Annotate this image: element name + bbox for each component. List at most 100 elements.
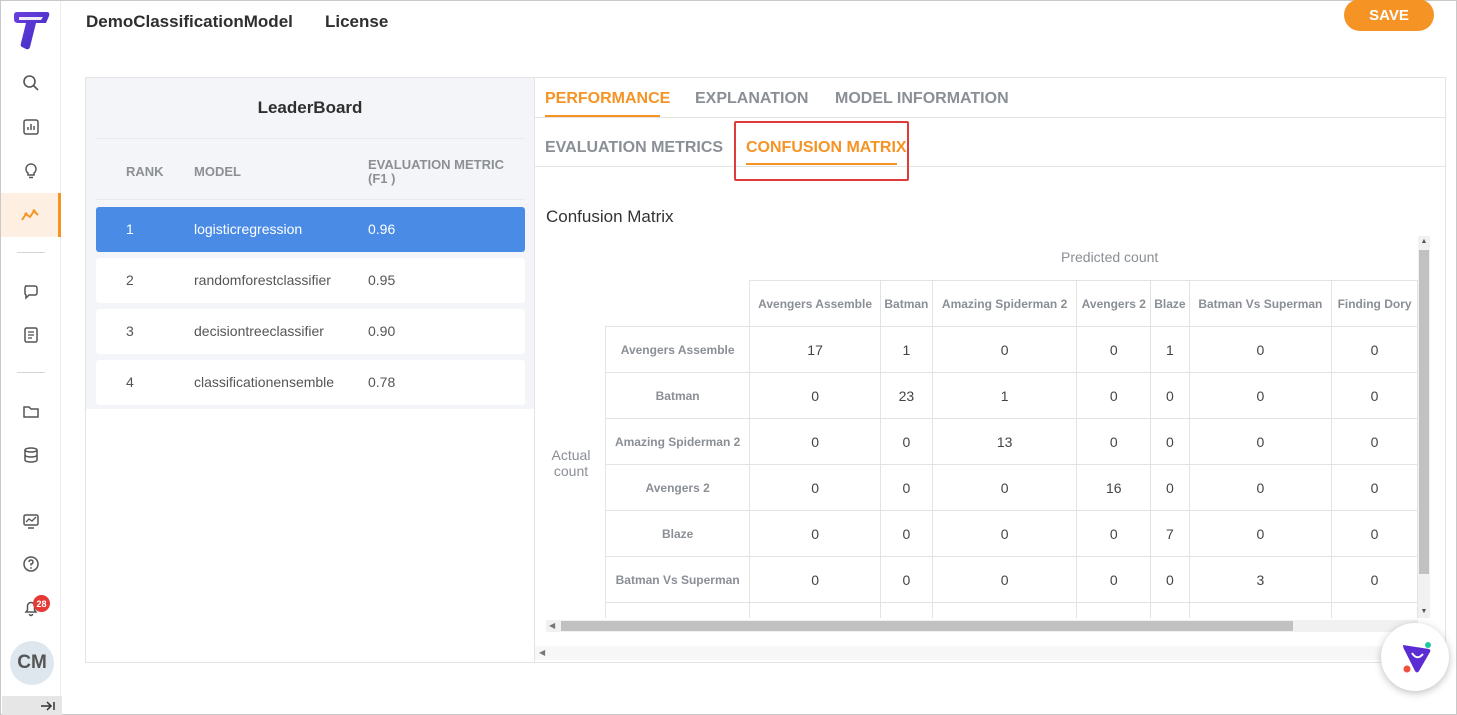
matrix-cell: 0 bbox=[1076, 556, 1152, 603]
lightbulb-icon bbox=[25, 163, 37, 179]
column-header: Avengers Assemble bbox=[749, 280, 881, 327]
scroll-up-arrow-icon[interactable]: ▲ bbox=[1418, 236, 1430, 248]
tab-explanation[interactable]: EXPLANATION bbox=[695, 90, 808, 108]
user-avatar[interactable]: CM bbox=[10, 641, 54, 685]
leaderboard-title: LeaderBoard bbox=[257, 98, 363, 117]
tab-performance[interactable]: PERFORMANCE bbox=[545, 90, 670, 108]
column-header: Blaze bbox=[1150, 280, 1190, 327]
sidebar-item-data[interactable] bbox=[1, 433, 61, 477]
tab-evaluation-metrics[interactable]: EVALUATION METRICS bbox=[545, 139, 723, 157]
sidebar-item-search[interactable] bbox=[1, 61, 61, 105]
row-header: Batman Vs Superman bbox=[605, 556, 751, 603]
matrix-cell: 0 bbox=[1150, 602, 1190, 618]
horizontal-scroll-thumb[interactable] bbox=[561, 621, 1293, 631]
model-graph-icon bbox=[20, 209, 39, 221]
column-header-rank: RANK bbox=[126, 164, 164, 179]
actual-count-label-line2: count bbox=[553, 463, 589, 479]
matrix-corner bbox=[606, 281, 750, 327]
leaderboard-row[interactable]: 1 logisticregression 0.96 bbox=[96, 207, 525, 252]
matrix-cell: 0 bbox=[1076, 510, 1152, 557]
notebook-icon bbox=[24, 327, 38, 343]
matrix-cell: 0 bbox=[931, 556, 1078, 603]
column-header-model: MODEL bbox=[194, 164, 241, 179]
matrix-cell: 0 bbox=[879, 510, 933, 557]
sidebar-item-notifications[interactable] bbox=[1, 586, 61, 630]
row-header: Avengers 2 bbox=[605, 464, 751, 511]
column-header: Batman Vs Superman bbox=[1188, 280, 1333, 327]
column-header-metric: EVALUATION METRIC bbox=[368, 157, 505, 172]
model-title: DemoClassificationModel bbox=[86, 12, 293, 31]
matrix-cell: 0 bbox=[749, 602, 881, 618]
matrix-cell: 0 bbox=[1331, 556, 1418, 603]
model-cell: decisiontreeclassifier bbox=[194, 323, 324, 339]
matrix-cell: 0 bbox=[1076, 602, 1152, 618]
leaderboard-row[interactable]: 4 classificationensemble 0.78 bbox=[96, 360, 525, 405]
matrix-cell: 0 bbox=[1188, 326, 1333, 373]
matrix-cell: 0 bbox=[1076, 372, 1152, 419]
matrix-vertical-scrollbar[interactable]: ▲ ▼ bbox=[1418, 236, 1430, 618]
matrix-cell: 0 bbox=[879, 602, 933, 618]
sidebar-item-files[interactable] bbox=[1, 389, 61, 433]
folder-icon bbox=[23, 406, 39, 418]
matrix-cell: 3 bbox=[1188, 556, 1333, 603]
confusion-matrix-viewport[interactable]: Avengers Assemble Batman Amazing Spiderm… bbox=[605, 280, 1418, 618]
assistant-logo-icon bbox=[1403, 642, 1431, 673]
matrix-row: Amazing Spiderman 2 0 0 13 0 0 0 0 bbox=[605, 418, 1418, 465]
save-button[interactable]: SAVE bbox=[1344, 0, 1434, 31]
license-link[interactable]: License bbox=[325, 12, 388, 32]
matrix-cell: 0 bbox=[879, 464, 933, 511]
row-header: Avengers Assemble bbox=[605, 326, 751, 373]
sidebar-item-chat[interactable] bbox=[1, 269, 61, 313]
tab-model-information[interactable]: MODEL INFORMATION bbox=[835, 90, 1009, 108]
matrix-horizontal-scrollbar[interactable]: ◀ bbox=[546, 620, 1418, 632]
matrix-cell: 0 bbox=[1188, 418, 1333, 465]
notification-badge: 28 bbox=[33, 595, 50, 612]
metric-cell: 0.96 bbox=[368, 221, 396, 237]
sidebar-collapse-toggle[interactable] bbox=[2, 696, 62, 715]
database-icon bbox=[24, 447, 38, 463]
column-header-metric-unit: (F1 ) bbox=[368, 171, 396, 186]
leaderboard: LeaderBoard RANK MODEL EVALUATION METRIC… bbox=[86, 78, 535, 662]
row-header: Amazing Spiderman 2 bbox=[605, 418, 751, 465]
actual-count-label-line1: Actual bbox=[551, 447, 591, 463]
leaderboard-header: RANK MODEL EVALUATION METRIC (F1 ) bbox=[96, 138, 525, 200]
scroll-left-arrow-icon[interactable]: ◀ bbox=[539, 648, 545, 657]
matrix-cell: 0 bbox=[1076, 418, 1152, 465]
sidebar-item-models[interactable] bbox=[1, 193, 61, 237]
matrix-cell: 23 bbox=[879, 372, 933, 419]
model-cell: logisticregression bbox=[194, 221, 303, 237]
column-header: Finding Dory bbox=[1331, 280, 1418, 327]
vertical-scroll-thumb[interactable] bbox=[1419, 250, 1429, 574]
matrix-row: Blaze 0 0 0 0 7 0 0 bbox=[605, 510, 1418, 557]
scroll-left-arrow-icon[interactable]: ◀ bbox=[549, 621, 555, 630]
leaderboard-row[interactable]: 3 decisiontreeclassifier 0.90 bbox=[96, 309, 525, 354]
monitor-icon bbox=[23, 514, 39, 529]
matrix-cell: 1 bbox=[879, 326, 933, 373]
matrix-cell: 0 bbox=[749, 556, 881, 603]
matrix-cell: 0 bbox=[1331, 372, 1418, 419]
matrix-cell: 0 bbox=[1331, 464, 1418, 511]
sidebar: 28 CM bbox=[1, 1, 62, 715]
row-header: Batman bbox=[605, 372, 751, 419]
confusion-matrix-table: Avengers Assemble Batman Amazing Spiderm… bbox=[605, 280, 1418, 618]
search-icon bbox=[23, 75, 39, 91]
rank-cell: 4 bbox=[126, 374, 134, 390]
sidebar-item-insights[interactable] bbox=[1, 149, 61, 193]
metric-cell: 0.78 bbox=[368, 374, 396, 390]
matrix-cell: 0 bbox=[749, 464, 881, 511]
matrix-cell: 0 bbox=[749, 372, 881, 419]
help-icon bbox=[23, 556, 39, 572]
panel-horizontal-scrollbar[interactable]: ◀ bbox=[535, 646, 1446, 660]
scroll-down-arrow-icon[interactable]: ▼ bbox=[1418, 606, 1430, 618]
matrix-cell: 0 bbox=[1188, 464, 1333, 511]
assistant-chat-button[interactable] bbox=[1381, 623, 1449, 691]
matrix-row: Batman 0 23 1 0 0 0 0 bbox=[605, 372, 1418, 419]
matrix-cell: 0 bbox=[1188, 372, 1333, 419]
sidebar-item-monitor[interactable] bbox=[1, 499, 61, 543]
matrix-cell: 0 bbox=[931, 464, 1078, 511]
leaderboard-row[interactable]: 2 randomforestclassifier 0.95 bbox=[96, 258, 525, 303]
sidebar-item-help[interactable] bbox=[1, 542, 61, 586]
sidebar-item-notebooks[interactable] bbox=[1, 313, 61, 357]
sidebar-item-analytics[interactable] bbox=[1, 105, 61, 149]
app-logo-icon[interactable] bbox=[10, 9, 54, 53]
